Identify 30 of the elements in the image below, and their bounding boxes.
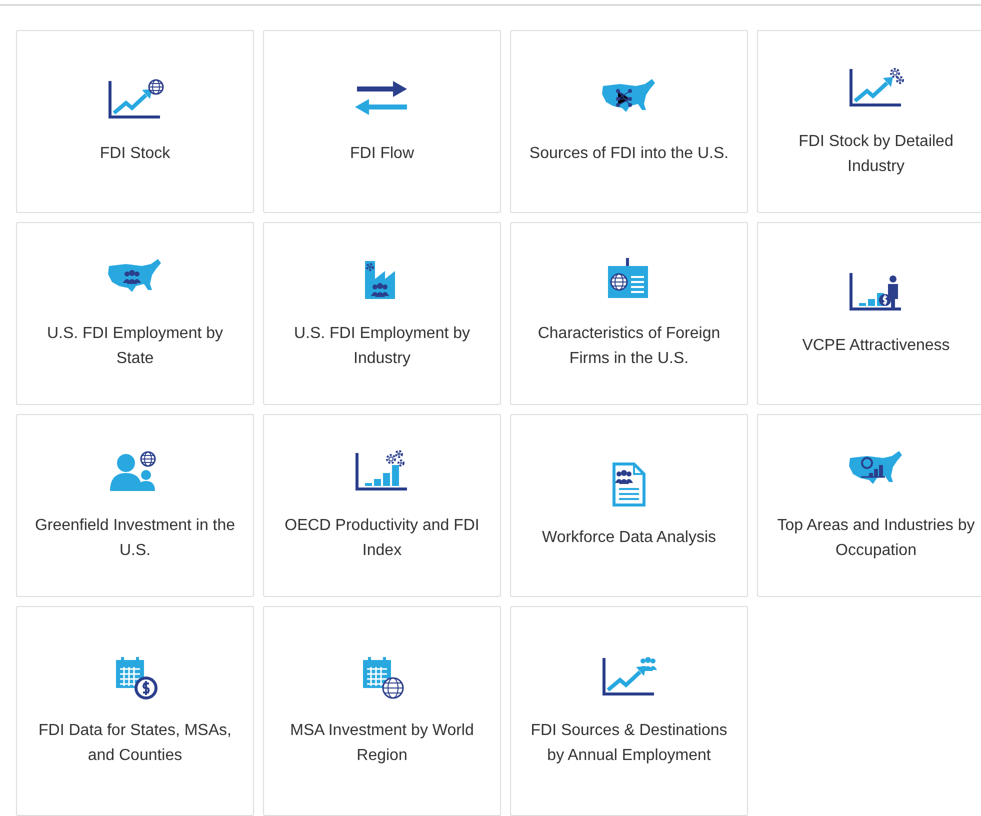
tile-label: Workforce Data Analysis: [542, 528, 716, 548]
report-tile[interactable]: U.S. FDI Employment by Industry: [263, 222, 501, 405]
tile-label: FDI Data for States, MSAs, and Counties: [38, 721, 232, 766]
report-tile[interactable]: VCPE Attractiveness: [757, 222, 981, 405]
tile-label: Sources of FDI into the U.S.: [529, 144, 729, 164]
report-tile[interactable]: Sources of FDI into the U.S.: [510, 30, 748, 213]
tile-label: FDI Sources & Destinations by Annual Employment: [530, 721, 728, 766]
report-tile[interactable]: Top Areas and Industries by Occupation: [757, 414, 981, 597]
tile-label: FDI Stock: [100, 144, 170, 164]
tile-label: FDI Stock by Detailed Industry: [798, 132, 954, 176]
tile-label: Characteristics of Foreign Firms in the U.S.: [536, 324, 722, 368]
report-tile[interactable]: Greenfield Investment in the U.S.: [16, 414, 254, 597]
report-tile[interactable]: FDI Stock: [16, 30, 254, 213]
tile-label: OECD Productivity and FDI Index: [284, 516, 480, 560]
tile-label: Top Areas and Industries by Occupation: [776, 516, 976, 560]
tile-label: MSA Investment by World Region: [289, 721, 475, 766]
tile-label: VCPE Attractiveness: [802, 336, 950, 356]
report-tile[interactable]: MSA Investment by World Region: [263, 606, 501, 816]
tile-label: U.S. FDI Employment by State: [46, 324, 224, 368]
tile-label: FDI Flow: [350, 144, 414, 164]
report-tile[interactable]: FDI Flow: [263, 30, 501, 213]
report-tile[interactable]: OECD Productivity and FDI Index: [263, 414, 501, 597]
tile-label: Greenfield Investment in the U.S.: [34, 516, 236, 560]
report-tile[interactable]: Characteristics of Foreign Firms in the U.S.: [510, 222, 748, 405]
report-tile[interactable]: U.S. FDI Employment by State: [16, 222, 254, 405]
report-tile[interactable]: FDI Data for States, MSAs, and Counties: [16, 606, 254, 816]
report-tile[interactable]: Workforce Data Analysis: [510, 414, 748, 597]
tile-label: U.S. FDI Employment by Industry: [292, 324, 472, 368]
report-tile[interactable]: FDI Sources & Destinations by Annual Employment: [510, 606, 748, 816]
report-tile[interactable]: FDI Stock by Detailed Industry: [757, 30, 981, 213]
